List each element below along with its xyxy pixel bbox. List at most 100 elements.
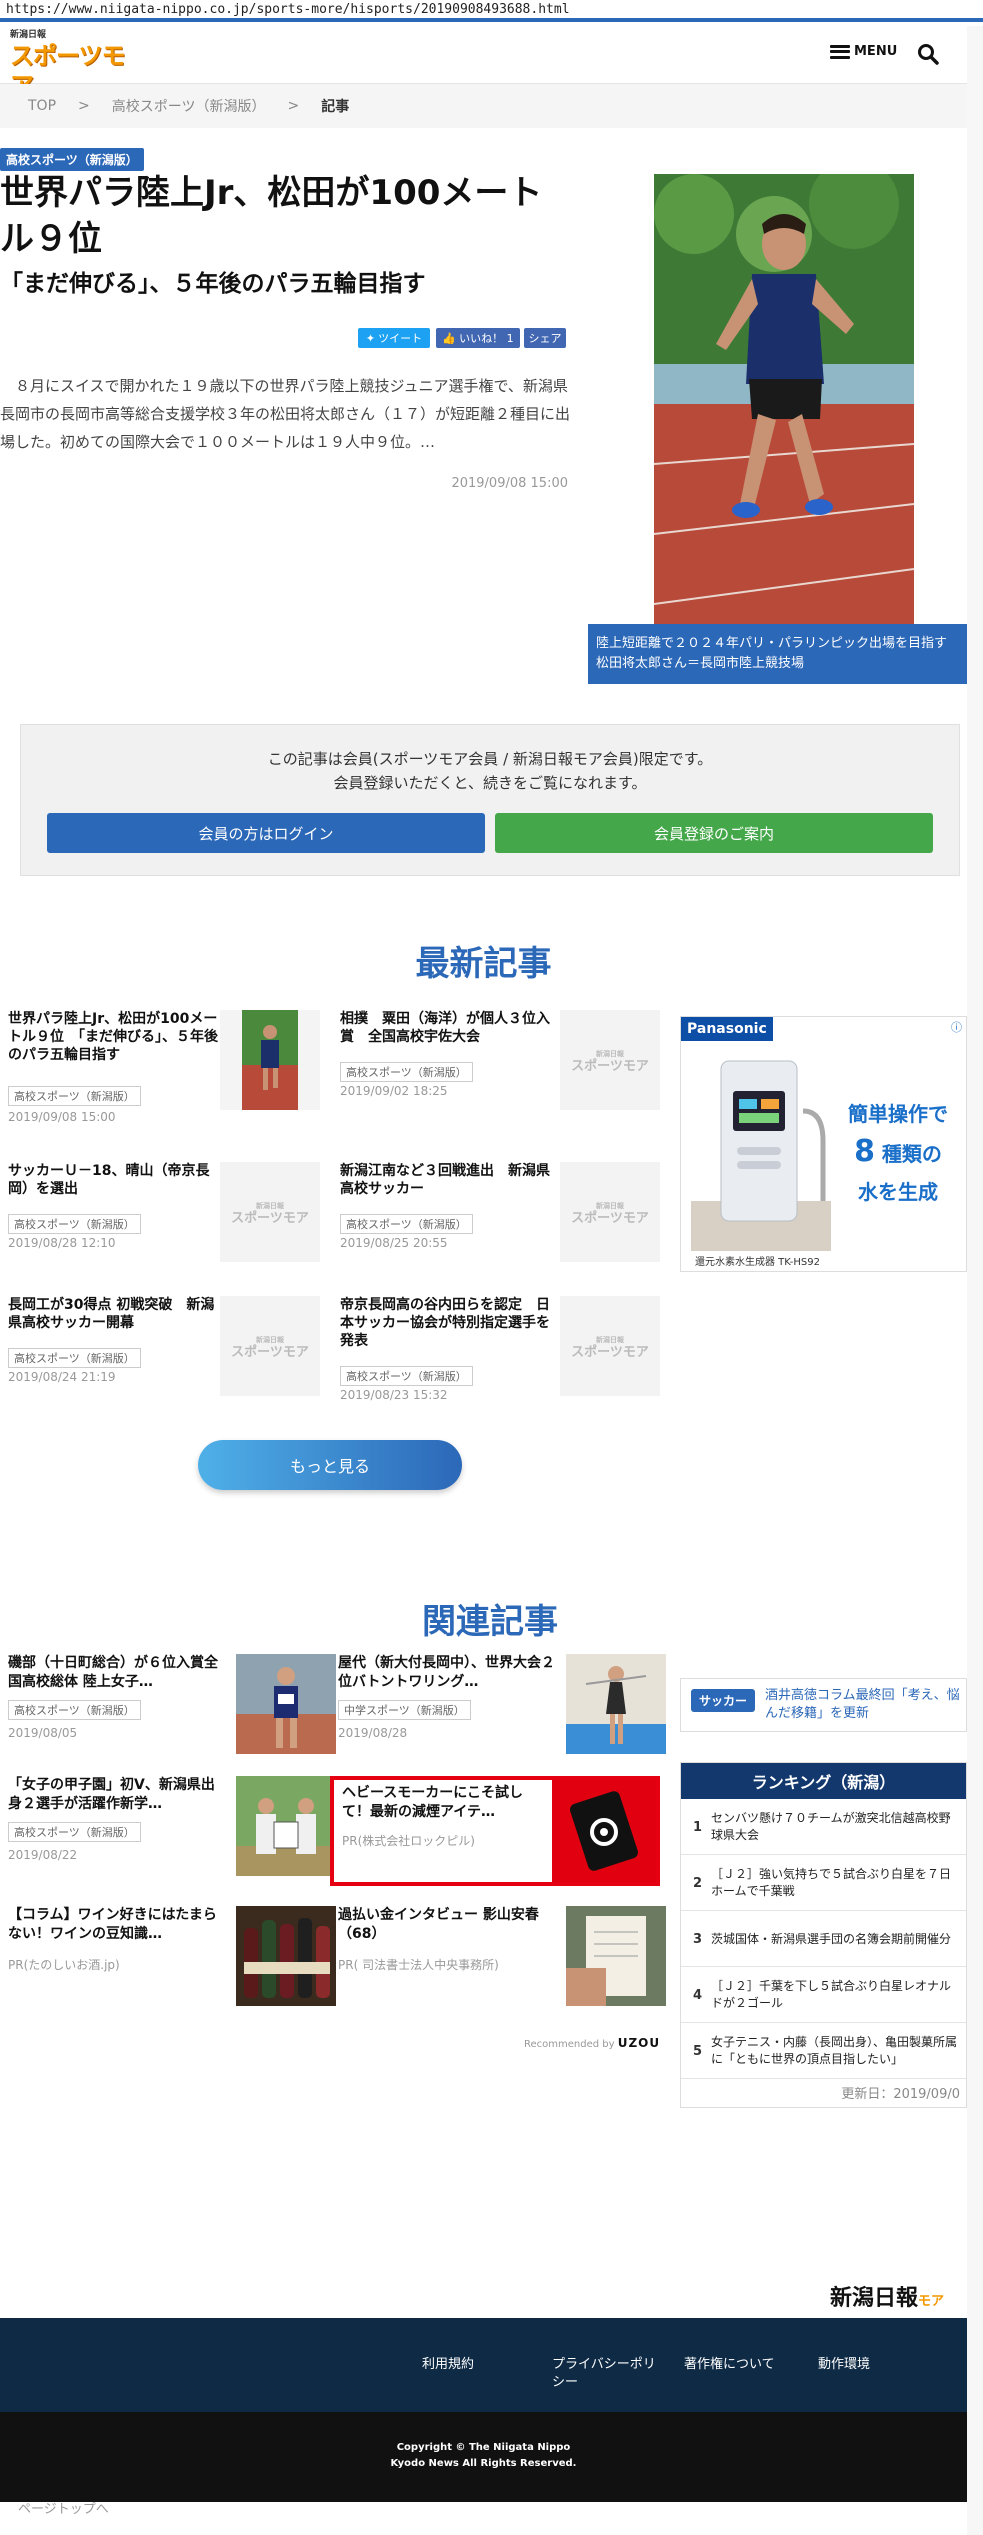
related-article-date: 2019/08/28: [338, 1726, 408, 1740]
footer-logo-suffix: モア: [918, 2294, 945, 2309]
related-article-title: 屋代（新大付長岡中）、世界大会２位バトントワリング…: [338, 1655, 555, 1690]
photo-caption: 陸上短距離で２０２４年パリ・パラリンピック出場を目指す松田将太郎さん＝長岡市陸上…: [588, 624, 967, 684]
menu-button[interactable]: MENU: [830, 44, 897, 59]
placeholder-thumb: 新潟日報 スポーツモア: [220, 1296, 320, 1396]
soccer-column-text: 酒井高徳コラム最終回「考え、悩んだ移籍」を更新: [765, 1688, 960, 1721]
footer-link-terms[interactable]: 利用規約: [422, 2356, 474, 2374]
runner-photo: [654, 174, 914, 624]
ranking-widget: ランキング（新潟） 1 センバツ懸け７０チームが激突北信越高校野球県大会 2 ［…: [680, 1762, 967, 2108]
thumbs-up-icon: 👍: [442, 331, 457, 345]
latest-article-tag: 高校スポーツ（新潟版）: [340, 1214, 473, 1234]
recommended-by-uzou[interactable]: Recommended by UZOU: [524, 2036, 660, 2050]
paywall-line-1: この記事は会員(スポーツモア会員 / 新潟日報モア会員)限定です。: [267, 750, 713, 768]
soccer-column-link[interactable]: サッカー 酒井高徳コラム最終回「考え、悩んだ移籍」を更新: [680, 1678, 967, 1732]
placeholder-logo: 新潟日報 スポーツモア: [571, 1049, 649, 1074]
scrollbar[interactable]: [967, 26, 983, 2535]
article-subtitle: 「まだ伸びる」、５年後のパラ五輪目指す: [0, 271, 426, 297]
ranking-text: ［Ｊ２］千葉を下し５試合ぶり白星レオナルドが２ゴール: [711, 1979, 952, 2010]
sponsored-pr: PR(株式会社ロックピル): [342, 1834, 475, 1848]
ranking-number: 4: [693, 1987, 703, 2003]
ranking-text: センバツ懸け７０チームが激突北信越高校野球県大会: [711, 1811, 951, 1842]
latest-article-tag: 高校スポーツ（新潟版）: [8, 1086, 141, 1106]
related-article-date: 2019/08/05: [8, 1726, 78, 1740]
tweet-button[interactable]: ✦ ツイート: [358, 328, 430, 348]
latest-article[interactable]: 世界パラ陸上Jr、松田が100メートル９位 「まだ伸びる」、５年後のパラ五輪目指…: [8, 1010, 328, 1130]
related-article[interactable]: 【コラム】ワイン好きにはたまらない！ワインの豆知識… PR(たのしいお酒.jp): [8, 1906, 338, 2008]
more-button[interactable]: もっと見る: [198, 1440, 462, 1490]
latest-article[interactable]: 帝京長岡高の谷内田らを認定 日本サッカー協会が特別指定選手を発表 高校スポーツ（…: [340, 1296, 660, 1416]
related-article-thumb: [236, 1654, 336, 1754]
placeholder-thumb: 新潟日報 スポーツモア: [560, 1010, 660, 1110]
footer-link-privacy[interactable]: プライバシーポリシー: [552, 2356, 668, 2392]
latest-article[interactable]: サッカーＵ－18、晴山（帝京長岡）を選出 高校スポーツ（新潟版） 2019/08…: [8, 1162, 328, 1282]
search-icon[interactable]: [916, 42, 940, 66]
latest-section-title: 最新記事: [415, 944, 552, 984]
twitter-icon: ✦: [365, 331, 376, 345]
latest-article[interactable]: 相撲 粟田（海洋）が個人３位入賞 全国高校宇佐大会 高校スポーツ（新潟版） 20…: [340, 1010, 660, 1130]
related-article-date: 2019/08/22: [8, 1848, 78, 1862]
latest-article-date: 2019/09/02 18:25: [340, 1084, 448, 1098]
category-badge[interactable]: 高校スポーツ（新潟版）: [0, 148, 144, 171]
facebook-like-button[interactable]: 👍 いいね！ 1: [436, 328, 520, 348]
tweet-label: ツイート: [378, 332, 423, 345]
ad-copy-line3: 水を生成: [858, 1180, 938, 1204]
related-article-title: 「女子の甲子園」初V、新潟県出身２選手が活躍作新学…: [8, 1777, 215, 1812]
related-article[interactable]: 過払い金インタビュー 影山安春（68） PR( 司法書士法人中央事務所): [338, 1906, 668, 2008]
latest-article-tag: 高校スポーツ（新潟版）: [8, 1348, 141, 1368]
footer-link-environment[interactable]: 動作環境: [818, 2356, 870, 2374]
ranking-item[interactable]: 3 茨城国体・新潟県選手団の名簿会期前開催分: [681, 1911, 966, 1967]
latest-article[interactable]: 新潟江南など３回戦進出 新潟県高校サッカー 高校スポーツ（新潟版） 2019/0…: [340, 1162, 660, 1282]
address-bar[interactable]: https://www.niigata-nippo.co.jp/sports-m…: [0, 0, 983, 22]
facebook-share-button[interactable]: シェア: [524, 328, 566, 348]
ranking-item[interactable]: 5 女子テニス・内藤（長岡出身）、亀田製菓所属に「ともに世界の頂点目指したい」: [681, 2023, 966, 2079]
related-article-tag: 高校スポーツ（新潟版）: [8, 1700, 141, 1720]
like-label: いいね！ 1: [459, 332, 514, 345]
placeholder-thumb: 新潟日報 スポーツモア: [560, 1296, 660, 1396]
water-ionizer-image: [691, 1060, 831, 1251]
page-top-link[interactable]: ページトップへ: [18, 2498, 109, 2517]
login-button[interactable]: 会員の方はログイン: [47, 813, 485, 853]
ranking-text: 女子テニス・内藤（長岡出身）、亀田製菓所属に「ともに世界の頂点目指したい」: [711, 2035, 958, 2066]
ranking-updated: 更新日：2019/09/0: [841, 2087, 960, 2102]
ranking-item[interactable]: 2 ［Ｊ２］強い気持ちで５試合ぶり白星を７日ホームで千葉戦: [681, 1855, 966, 1911]
related-article-tag: 高校スポーツ（新潟版）: [8, 1822, 141, 1842]
footer-link-copyright[interactable]: 著作権について: [684, 2356, 775, 2374]
placeholder-logo: 新潟日報 スポーツモア: [231, 1335, 309, 1360]
related-sponsored-item[interactable]: ヘビースモーカーにこそ試して！最新の減煙アイテ… PR(株式会社ロックピル): [330, 1776, 660, 1886]
related-article[interactable]: 屋代（新大付長岡中）、世界大会２位バトントワリング… 中学スポーツ（新潟版） 2…: [338, 1654, 668, 1756]
ad-info-icon[interactable]: ⓘ: [951, 1019, 962, 1035]
latest-article-tag: 高校スポーツ（新潟版）: [340, 1366, 473, 1386]
breadcrumb: TOP > 高校スポーツ（新潟版） > 記事: [0, 84, 967, 128]
copyright-line-1: Copyright © The Niigata Nippo: [396, 2442, 571, 2453]
footer-logo[interactable]: 新潟日報モア: [830, 2280, 944, 2312]
latest-article-date: 2019/08/28 12:10: [8, 1236, 116, 1250]
ad-copy-line2: 8 種類の: [854, 1134, 942, 1169]
site-logo[interactable]: 新潟日報 スポーツモア: [10, 30, 130, 100]
panasonic-ad[interactable]: Panasonic ⓘ 簡単操作で 8 種類の 水を生成 還元水素水生成器 TK…: [680, 1016, 967, 1272]
latest-article-title: 新潟江南など３回戦進出 新潟県高校サッカー: [340, 1163, 550, 1197]
latest-article-date: 2019/08/24 21:19: [8, 1370, 116, 1384]
ad-copy-line1: 簡単操作で: [848, 1102, 948, 1126]
site-footer: 利用規約 プライバシーポリシー 著作権について 動作環境: [0, 2318, 967, 2412]
related-article[interactable]: 磯部（十日町総合）が６位入賞全国高校総体 陸上女子… 高校スポーツ（新潟版） 2…: [8, 1654, 338, 1756]
latest-article-date: 2019/08/23 15:32: [340, 1388, 448, 1402]
breadcrumb-current: 記事: [321, 99, 350, 115]
related-article[interactable]: 「女子の甲子園」初V、新潟県出身２選手が活躍作新学… 高校スポーツ（新潟版） 2…: [8, 1776, 338, 1878]
breadcrumb-top[interactable]: TOP: [28, 98, 56, 114]
paywall-line-2: 会員登録いただくと、続きをご覧になれます。: [333, 774, 647, 792]
breadcrumb-category[interactable]: 高校スポーツ（新潟版）: [112, 96, 266, 116]
ranking-item[interactable]: 1 センバツ懸け７０チームが激突北信越高校野球県大会: [681, 1799, 966, 1855]
related-article-thumb: [236, 1776, 336, 1876]
related-article-tag: 中学スポーツ（新潟版）: [338, 1700, 471, 1720]
hamburger-icon: [830, 44, 850, 59]
latest-article-date: 2019/08/25 20:55: [340, 1236, 448, 1250]
latest-article[interactable]: 長岡工が30得点 初戦突破 新潟県高校サッカー開幕 高校スポーツ（新潟版） 20…: [8, 1296, 328, 1416]
register-button[interactable]: 会員登録のご案内: [495, 813, 933, 853]
latest-article-thumb: [220, 1010, 320, 1110]
related-article-thumb: [236, 1906, 336, 2006]
related-article-title: 磯部（十日町総合）が６位入賞全国高校総体 陸上女子…: [8, 1655, 218, 1690]
placeholder-logo: 新潟日報 スポーツモア: [571, 1335, 649, 1360]
article-lead: ８月にスイスで開かれた１９歳以下の世界パラ陸上競技ジュニア選手権で、新潟県長岡市…: [0, 377, 571, 451]
ranking-item[interactable]: 4 ［Ｊ２］千葉を下し５試合ぶり白星レオナルドが２ゴール: [681, 1967, 966, 2023]
latest-article-title: 世界パラ陸上Jr、松田が100メートル９位 「まだ伸びる」、５年後のパラ五輪目指…: [8, 1011, 218, 1063]
